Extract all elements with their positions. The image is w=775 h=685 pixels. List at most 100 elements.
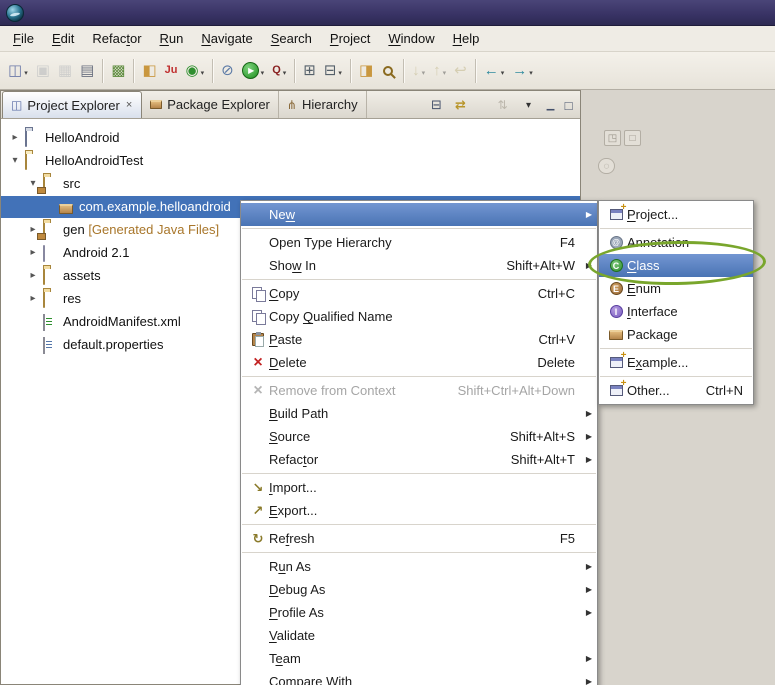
expander-collapsed-icon[interactable] <box>9 131 21 145</box>
context-menu-item-open-type-hierarchy[interactable]: Open Type Hierarchy F4 <box>241 231 597 254</box>
new-java-class-button[interactable]: ◉ <box>182 57 207 85</box>
shortcut-label: Shift+Alt+S <box>510 429 591 444</box>
context-menu-item-profile-as[interactable]: Profile As <box>241 601 597 624</box>
java-package-icon <box>59 204 73 214</box>
dropdown-arrow-icon[interactable] <box>22 63 28 78</box>
shortcut-label: Shift+Ctrl+Alt+Down <box>458 383 591 398</box>
skip-breakpoints-button[interactable]: ⊘ <box>218 57 237 85</box>
forward-button[interactable]: → <box>509 57 536 85</box>
submenu-item-other[interactable]: Other... Ctrl+N <box>599 379 753 402</box>
tab-package-explorer[interactable]: Package Explorer <box>142 91 279 118</box>
collapse-all-icon[interactable] <box>427 96 446 114</box>
close-tab-icon[interactable]: × <box>125 99 133 111</box>
closed-project-icon <box>25 130 27 147</box>
menu-refactor[interactable]: Refactor <box>83 28 150 49</box>
open-type-button[interactable]: ◨ <box>356 57 376 85</box>
context-menu-item-import[interactable]: Import... <box>241 476 597 499</box>
print-button[interactable]: ▤ <box>77 57 97 85</box>
toolbar-separator <box>350 59 351 83</box>
menu-file[interactable]: File <box>4 28 43 49</box>
submenu-item-interface[interactable]: Interface <box>599 300 753 323</box>
context-menu-item-refresh[interactable]: Refresh F5 <box>241 527 597 550</box>
new-java-project-button[interactable]: ◧ <box>139 57 159 85</box>
menu-edit[interactable]: Edit <box>43 28 83 49</box>
external-tools-button[interactable]: Q <box>269 57 289 85</box>
dropdown-arrow-icon[interactable] <box>336 63 342 78</box>
submenu-item-package[interactable]: Package <box>599 323 753 346</box>
dropdown-arrow-icon[interactable] <box>499 63 505 78</box>
toolbar-separator <box>133 59 134 83</box>
context-menu-item-export[interactable]: Export... <box>241 499 597 522</box>
context-menu-item-build-path[interactable]: Build Path <box>241 402 597 425</box>
maximize-view-icon[interactable]: □ <box>624 130 641 146</box>
context-menu-item-debug-as[interactable]: Debug As <box>241 578 597 601</box>
dropdown-arrow-icon[interactable] <box>199 63 205 78</box>
expander-collapsed-icon[interactable] <box>27 246 39 260</box>
tree-item-label: HelloAndroid <box>45 130 119 145</box>
submenu-arrow-icon <box>586 261 592 270</box>
context-menu-item-paste[interactable]: Paste Ctrl+V <box>241 328 597 351</box>
view-menu-icon[interactable] <box>519 96 538 114</box>
menu-run[interactable]: Run <box>151 28 193 49</box>
menu-help[interactable]: Help <box>444 28 489 49</box>
new-wizard-button[interactable]: ◫ <box>5 57 31 85</box>
tree-item-label: Android 2.1 <box>63 245 130 260</box>
submenu-item-annotation[interactable]: Annotation <box>599 231 753 254</box>
shortcut-label: Ctrl+V <box>539 332 591 347</box>
expander-expanded-icon[interactable] <box>9 154 21 168</box>
context-menu-item-refactor[interactable]: Refactor Shift+Alt+T <box>241 448 597 471</box>
menu-separator <box>242 279 596 280</box>
submenu-item-project[interactable]: Project... <box>599 203 753 226</box>
search-button[interactable] <box>378 57 398 85</box>
next-annotation-button: ↓ <box>409 57 428 85</box>
titlebar[interactable] <box>0 0 775 26</box>
expander-collapsed-icon[interactable] <box>27 269 39 283</box>
tree-item-src[interactable]: src <box>1 173 580 195</box>
new-junit-test-button[interactable]: Ju <box>162 57 181 85</box>
minimize-panel-icon[interactable] <box>541 96 560 114</box>
tree-item-helloandroidtest[interactable]: HelloAndroidTest <box>1 150 580 172</box>
expander-collapsed-icon[interactable] <box>27 292 39 306</box>
context-menu-item-delete[interactable]: Delete Delete <box>241 351 597 374</box>
menu-separator <box>242 552 596 553</box>
link-with-editor-icon[interactable] <box>451 96 470 114</box>
avd-manager-button[interactable]: ⊟ <box>321 57 345 85</box>
context-menu-item-copy-qualified-name[interactable]: Copy Qualified Name <box>241 305 597 328</box>
tab-label: Package Explorer <box>167 97 270 112</box>
tab-label: Hierarchy <box>302 97 358 112</box>
context-menu-item-source[interactable]: Source Shift+Alt+S <box>241 425 597 448</box>
menu-separator <box>600 228 752 229</box>
context-menu-item-new[interactable]: New <box>241 203 597 226</box>
run-button[interactable]: ▶ <box>239 57 268 85</box>
back-button[interactable]: ← <box>481 57 508 85</box>
menu-project[interactable]: Project <box>321 28 379 49</box>
submenu-item-class[interactable]: Class <box>599 254 753 277</box>
context-menu-item-copy[interactable]: Copy Ctrl+C <box>241 282 597 305</box>
magnifier-icon <box>383 66 393 76</box>
source-folder-icon <box>43 222 45 239</box>
restore-view-icon[interactable]: ◳ <box>604 130 621 146</box>
submenu-item-example[interactable]: Example... <box>599 351 753 374</box>
menu-window[interactable]: Window <box>379 28 443 49</box>
dropdown-arrow-icon <box>441 63 447 78</box>
maximize-panel-icon[interactable] <box>559 96 578 114</box>
context-menu-item-run-as[interactable]: Run As <box>241 555 597 578</box>
tab-hierarchy[interactable]: ⋔ Hierarchy <box>279 91 367 118</box>
tab-project-explorer[interactable]: ◫ Project Explorer × <box>2 91 142 118</box>
new-android-project-button[interactable]: ▩ <box>108 57 128 85</box>
dropdown-arrow-icon[interactable] <box>527 63 533 78</box>
tree-item-helloandroid[interactable]: HelloAndroid <box>1 127 580 149</box>
context-menu-item-validate[interactable]: Validate <box>241 624 597 647</box>
context-menu-item-compare-with[interactable]: Compare With <box>241 670 597 685</box>
menu-search[interactable]: Search <box>262 28 321 49</box>
dropdown-arrow-icon[interactable] <box>281 63 287 78</box>
minimized-view-icon[interactable]: ◌ <box>598 158 615 174</box>
context-menu-item-team[interactable]: Team <box>241 647 597 670</box>
menu-navigate[interactable]: Navigate <box>192 28 261 49</box>
dropdown-arrow-icon[interactable] <box>259 63 265 78</box>
context-menu-item-show-in[interactable]: Show In Shift+Alt+W <box>241 254 597 277</box>
tree-item-label: HelloAndroidTest <box>45 153 143 168</box>
submenu-item-enum[interactable]: Enum <box>599 277 753 300</box>
copy-icon <box>252 287 265 300</box>
android-sdk-manager-button[interactable]: ⊞ <box>300 57 319 85</box>
